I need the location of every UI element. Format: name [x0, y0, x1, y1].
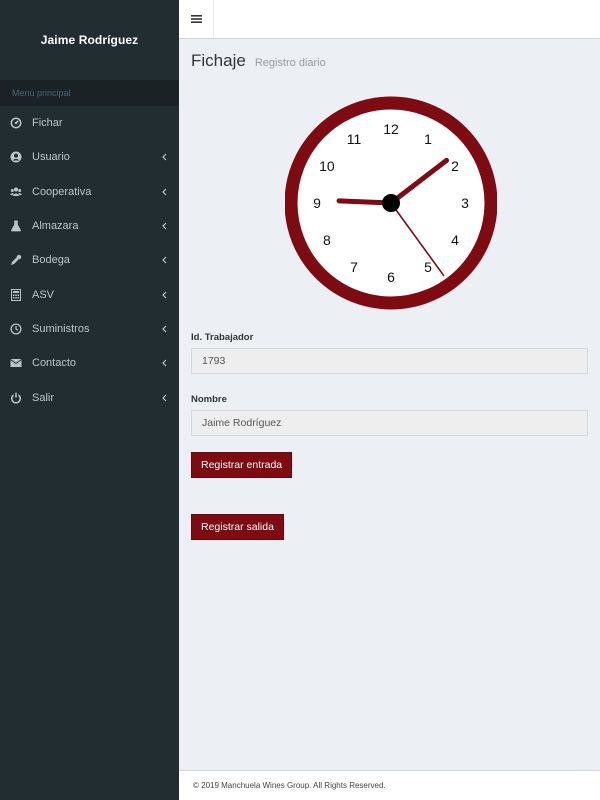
- sidebar-user-panel: Jaime Rodríguez: [0, 0, 179, 80]
- page-subtitle: Registro diario: [254, 57, 326, 69]
- name-field[interactable]: [191, 410, 588, 436]
- clock-number: 4: [451, 232, 459, 248]
- sidebar-item-label: ASV: [32, 288, 55, 301]
- sidebar-item-fichar[interactable]: Fichar: [0, 106, 179, 140]
- sidebar-item-asv[interactable]: ASV: [0, 277, 179, 311]
- register-entry-button[interactable]: Registrar entrada: [191, 452, 293, 478]
- sidebar-item-bodega[interactable]: Bodega: [0, 243, 179, 277]
- sidebar-item-label: Almazara: [32, 220, 79, 233]
- users-icon: [10, 186, 22, 198]
- chevron-left-icon: [162, 394, 167, 401]
- sidebar-item-label: Fichar: [32, 117, 63, 130]
- chevron-left-icon: [162, 188, 167, 196]
- name-label: Nombre: [191, 394, 227, 405]
- user-name: Jaime Rodríguez: [40, 33, 139, 47]
- clock-center: [382, 194, 400, 212]
- clock-number: 3: [461, 195, 469, 211]
- flask-icon: [10, 220, 22, 232]
- analog-clock: 121234567891011: [285, 96, 497, 310]
- sidebar-item-contacto[interactable]: Contacto: [0, 346, 179, 380]
- sidebar-item-usuario[interactable]: Usuario: [0, 140, 179, 174]
- chevron-left-icon: [162, 154, 167, 161]
- worker-id-label: Id. Trabajador: [191, 332, 254, 343]
- clock-number: 8: [323, 232, 331, 248]
- chevron-left-icon: [162, 222, 167, 230]
- register-exit-button[interactable]: Registrar salida: [191, 514, 284, 540]
- sidebar-item-salir[interactable]: Salir: [0, 380, 179, 414]
- chevron-left-icon: [162, 256, 167, 264]
- clock-number: 12: [383, 121, 399, 137]
- sidebar-item-cooperativa[interactable]: Cooperativa: [0, 175, 179, 209]
- sidebar-toggle-button[interactable]: [179, 0, 214, 38]
- clock-number: 6: [387, 269, 395, 285]
- hamburger-icon: [190, 15, 202, 23]
- calculator-icon: [10, 288, 22, 301]
- user-circle-icon: [10, 151, 22, 163]
- sidebar-item-label: Suministros: [32, 322, 90, 335]
- clock-number: 9: [313, 195, 321, 211]
- top-navbar: [179, 0, 600, 39]
- clock-icon: [10, 323, 22, 335]
- clock-number: 11: [347, 131, 362, 147]
- clock-number: 10: [319, 158, 335, 174]
- sidebar-item-label: Bodega: [32, 254, 70, 267]
- worker-id-field[interactable]: [191, 348, 588, 374]
- sidebar-menu-header: Menú principal: [0, 80, 179, 106]
- main-content: Fichaje Registro diario 12 1 2 3 4 5 6 7 8 9 10 11 …: [179, 39, 600, 770]
- chevron-left-icon: [162, 325, 167, 333]
- chevron-left-icon: [162, 291, 167, 299]
- footer: © 2019 Manchuela Wines Group. All Rights…: [179, 770, 600, 800]
- clock-number: 7: [350, 259, 358, 275]
- chevron-left-icon: [162, 359, 167, 367]
- footer-copyright: © 2019 Manchuela Wines Group. All Rights…: [193, 781, 386, 790]
- dashboard-icon: [10, 117, 22, 129]
- page-title: Fichaje: [191, 51, 246, 70]
- clock-number: 1: [424, 131, 432, 147]
- power-icon: [10, 392, 22, 404]
- sidebar-item-label: Contacto: [32, 357, 77, 370]
- main-menu: Fichar Usuario Cooperativa Almazara Bode…: [0, 106, 179, 415]
- page-header: Fichaje Registro diario: [191, 51, 326, 71]
- eyedropper-icon: [10, 254, 22, 266]
- sidebar-item-label: Cooperativa: [32, 185, 92, 198]
- sidebar-item-almazara[interactable]: Almazara: [0, 209, 179, 243]
- envelope-icon: [10, 357, 22, 369]
- sidebar: Jaime Rodríguez Menú principal Fichar Us…: [0, 0, 179, 800]
- clock-number: 5: [424, 259, 432, 275]
- sidebar-item-suministros[interactable]: Suministros: [0, 312, 179, 346]
- sidebar-item-label: Salir: [32, 391, 55, 404]
- clock-number: 2: [451, 158, 459, 174]
- sidebar-item-label: Usuario: [32, 151, 70, 164]
